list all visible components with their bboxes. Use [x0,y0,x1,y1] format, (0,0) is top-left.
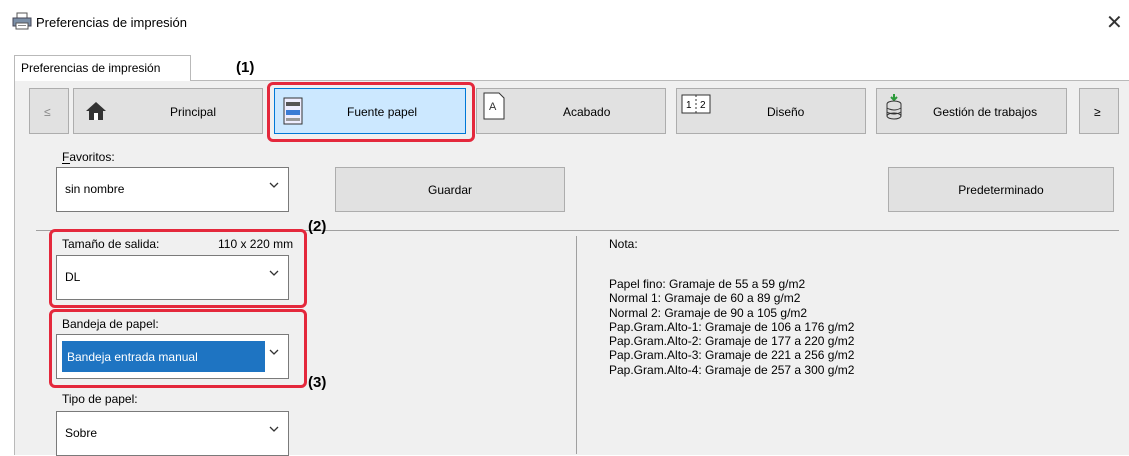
home-icon [84,100,108,125]
nav-diseno-button[interactable]: 12 Diseño [676,88,866,134]
svg-text:1: 1 [686,100,692,111]
note-title: Nota: [609,237,638,251]
nav-gestion-trabajos-button[interactable]: Gestión de trabajos [876,88,1067,134]
highlight-box-2 [49,229,307,308]
layout-1-2-icon: 12 [681,94,711,117]
document-a-icon: A [483,92,505,123]
nav-next-button[interactable]: ≥ [1079,88,1119,134]
chevron-down-icon [269,426,279,432]
nav-acabado-button[interactable]: A Acabado [476,88,666,134]
callout-1: (1) [236,59,255,76]
window-title: Preferencias de impresión [36,15,188,30]
note-line: Pap.Gram.Alto-3: Gramaje de 221 a 256 g/… [609,348,855,363]
printer-icon [12,12,32,33]
note-line: Normal 1: Gramaje de 60 a 89 g/m2 [609,291,801,306]
paper-type-select[interactable]: Sobre [56,411,289,456]
highlight-box-1 [267,82,475,142]
note-line: Pap.Gram.Alto-4: Gramaje de 257 a 300 g/… [609,362,855,377]
chevron-down-icon [269,182,279,188]
job-storage-icon [885,93,903,124]
nav-principal-button[interactable]: Principal [73,88,263,134]
svg-text:2: 2 [700,100,706,111]
tab-print-preferences[interactable]: Preferencias de impresión [14,55,191,81]
default-button[interactable]: Predeterminado [888,167,1114,212]
note-line: Normal 2: Gramaje de 90 a 105 g/m2 [609,305,808,320]
favorites-label: Favoritos: [62,150,115,164]
vertical-divider [576,236,577,454]
svg-text:A: A [489,101,497,113]
favorites-select[interactable]: sin nombre [56,167,289,212]
tab-label: Preferencias de impresión [21,61,161,75]
note-line: Papel fino: Gramaje de 55 a 59 g/m2 [609,277,806,291]
callout-3: (3) [308,374,327,391]
save-button[interactable]: Guardar [335,167,565,212]
note-text: Papel fino: Gramaje de 55 a 59 g/m2 Norm… [609,277,854,377]
note-line: Pap.Gram.Alto-2: Gramaje de 177 a 220 g/… [609,334,855,349]
paper-type-label: Tipo de papel: [62,392,138,406]
callout-2: (2) [308,218,327,235]
highlight-box-3 [49,309,307,388]
note-line: Pap.Gram.Alto-1: Gramaje de 106 a 176 g/… [609,319,855,334]
close-icon[interactable]: ✕ [1106,10,1123,35]
nav-prev-button[interactable]: ≤ [29,88,69,134]
